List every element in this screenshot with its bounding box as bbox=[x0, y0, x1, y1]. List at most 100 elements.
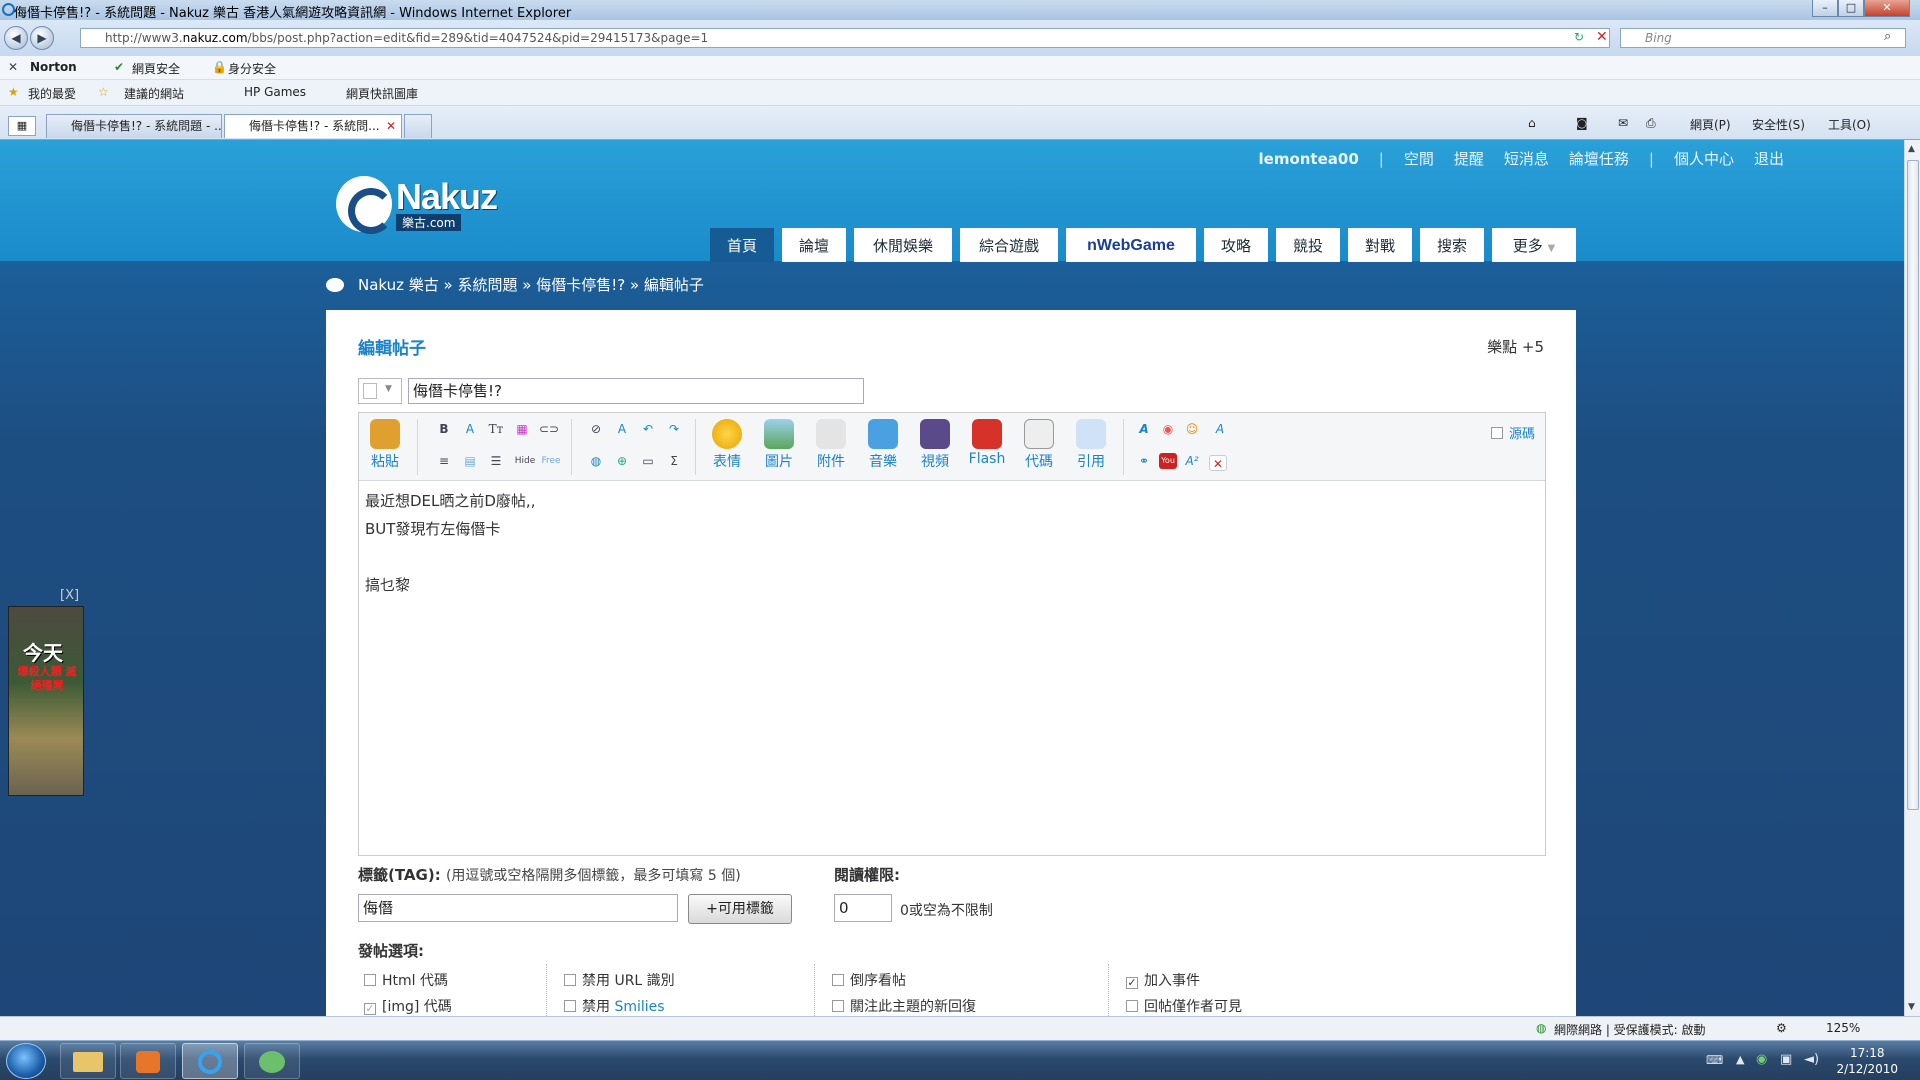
attachment-button[interactable]: 附件 bbox=[809, 419, 853, 471]
tag-input[interactable]: 侮僭 bbox=[358, 894, 678, 922]
reminder-link[interactable]: 提醒 bbox=[1454, 150, 1484, 168]
page-icon[interactable]: ▭ bbox=[639, 453, 657, 469]
user-center-link[interactable]: 個人中心 bbox=[1674, 150, 1734, 168]
nav-guides[interactable]: 攻略 bbox=[1204, 228, 1268, 262]
explorer-taskbar-icon[interactable] bbox=[60, 1043, 116, 1079]
youtube-icon[interactable]: You bbox=[1159, 453, 1177, 469]
scroll-down-icon[interactable]: ▼ bbox=[1908, 1002, 1915, 1012]
subject-input[interactable]: 侮僭卡停售!? bbox=[408, 378, 864, 404]
option-disable-smilies[interactable]: 禁用 Smilies bbox=[564, 996, 665, 1016]
font-effect-icon[interactable]: A bbox=[1211, 421, 1229, 437]
mp-icon[interactable]: ⚭ bbox=[1135, 453, 1153, 469]
source-toggle[interactable]: 源碼 bbox=[1491, 423, 1535, 442]
show-hidden-icon[interactable]: ▲ bbox=[1736, 1053, 1744, 1066]
messenger-taskbar-icon[interactable] bbox=[244, 1043, 300, 1079]
space-link[interactable]: 空間 bbox=[1404, 150, 1434, 168]
scroll-up-icon[interactable]: ▲ bbox=[1908, 144, 1915, 154]
web-safety-menu[interactable]: 網頁安全 bbox=[132, 60, 180, 77]
mail-icon[interactable]: ✉ bbox=[1618, 116, 1628, 130]
font-style-icon[interactable]: A bbox=[1135, 421, 1153, 437]
globe-icon[interactable]: ◍ bbox=[587, 453, 605, 469]
nav-more[interactable]: 更多 ▼ bbox=[1492, 228, 1576, 262]
media-icon[interactable]: ◉ bbox=[1159, 421, 1177, 437]
safety-menu[interactable]: 安全性(S) bbox=[1752, 116, 1805, 133]
network-icon[interactable]: ▣ bbox=[1780, 1052, 1792, 1067]
back-icon[interactable]: ◀ bbox=[4, 26, 28, 50]
option-follow-replies[interactable]: 關注此主題的新回復 bbox=[832, 996, 976, 1016]
ad-close-button[interactable]: [X] bbox=[60, 588, 79, 603]
logo-icon[interactable] bbox=[336, 176, 394, 234]
hp-games-link[interactable]: HP Games bbox=[244, 85, 306, 99]
music-button[interactable]: 音樂 bbox=[861, 419, 905, 471]
feeds-icon[interactable]: ◙ bbox=[1576, 116, 1588, 130]
add-favorite-icon[interactable]: ☆ bbox=[98, 85, 109, 99]
remove-format-icon[interactable]: A bbox=[613, 421, 631, 437]
vertical-scrollbar[interactable]: ▲ ▼ bbox=[1904, 140, 1920, 1016]
norton-menu[interactable]: Norton bbox=[30, 60, 77, 74]
forward-icon[interactable]: ▶ bbox=[30, 26, 54, 50]
tab-1[interactable]: 侮僭卡停售!? - 系統問題 - ... bbox=[46, 114, 222, 138]
close-toolbar-icon[interactable]: ✕ bbox=[8, 60, 18, 74]
tasks-link[interactable]: 論壇任務 bbox=[1569, 150, 1629, 168]
image-button[interactable]: 圖片 bbox=[757, 419, 801, 471]
minimize-button[interactable]: – bbox=[1812, 0, 1838, 17]
option-author-only[interactable]: 回帖僅作者可見 bbox=[1126, 996, 1242, 1016]
page-menu[interactable]: 網頁(P) bbox=[1690, 116, 1731, 133]
refresh-icon[interactable]: ↻ bbox=[1574, 30, 1584, 44]
logo-text[interactable]: Nakuz bbox=[396, 176, 498, 218]
link-icon[interactable]: ⊂⊃ bbox=[539, 421, 559, 437]
emoticon-button[interactable]: 表情 bbox=[705, 419, 749, 471]
username-link[interactable]: lemontea00 bbox=[1259, 150, 1359, 168]
color-grid-icon[interactable]: ▦ bbox=[513, 421, 531, 437]
redo-icon[interactable]: ↷ bbox=[665, 421, 683, 437]
nav-auction[interactable]: 競投 bbox=[1276, 228, 1340, 262]
search-icon[interactable]: ⌕ bbox=[1884, 29, 1891, 44]
font-size-icon[interactable]: Tт bbox=[487, 421, 505, 437]
nav-nwebgame[interactable]: nWebGame bbox=[1066, 228, 1196, 262]
nav-home[interactable]: 首頁 bbox=[710, 228, 774, 262]
nav-leisure[interactable]: 休閒娛樂 bbox=[854, 228, 952, 262]
side-advertisement[interactable]: 今天 爆殺人類 滅絕殭屍 bbox=[8, 606, 84, 796]
keyboard-icon[interactable]: ⌨ bbox=[1706, 1053, 1723, 1067]
address-bar[interactable]: http://www3.nakuz.com/bbs/post.php?actio… bbox=[80, 28, 1610, 48]
suggested-sites-link[interactable]: 建議的網站 bbox=[124, 85, 184, 102]
media-player-taskbar-icon[interactable] bbox=[120, 1043, 176, 1079]
identity-safety-menu[interactable]: 身分安全 bbox=[228, 60, 276, 77]
option-html[interactable]: Html 代碼 bbox=[364, 970, 448, 990]
scroll-thumb[interactable] bbox=[1907, 160, 1919, 810]
flash-button[interactable]: Flash bbox=[965, 419, 1009, 467]
ie-taskbar-icon[interactable] bbox=[182, 1043, 238, 1079]
system-clock[interactable]: 17:18 2/12/2010 bbox=[1836, 1045, 1898, 1077]
superscript-icon[interactable]: A² bbox=[1183, 453, 1201, 469]
option-add-event[interactable]: ✓ 加入事件 bbox=[1126, 970, 1200, 990]
undo-icon[interactable]: ↶ bbox=[639, 421, 657, 437]
tools-menu[interactable]: 工具(O) bbox=[1828, 116, 1871, 133]
option-disable-url[interactable]: 禁用 URL 識別 bbox=[564, 970, 675, 990]
stop-icon[interactable]: ✕ bbox=[1596, 29, 1608, 45]
align-icon[interactable]: ≡ bbox=[435, 453, 453, 469]
source-checkbox[interactable] bbox=[1491, 427, 1503, 439]
search-input[interactable]: Bing bbox=[1620, 28, 1906, 48]
print-icon[interactable]: ⎙ bbox=[1646, 116, 1656, 131]
logout-link[interactable]: 退出 bbox=[1754, 150, 1784, 168]
maximize-button[interactable]: □ bbox=[1838, 0, 1864, 17]
favorites-button[interactable]: 我的最愛 bbox=[28, 85, 76, 102]
clear-icon[interactable]: ✕ bbox=[1209, 455, 1227, 471]
nav-search[interactable]: 搜索 bbox=[1420, 228, 1484, 262]
list-icon[interactable]: ☰ bbox=[487, 453, 505, 469]
unlink-icon[interactable]: ⊘ bbox=[587, 421, 605, 437]
add-icon[interactable]: ⊕ bbox=[613, 453, 631, 469]
video-button[interactable]: 視頻 bbox=[913, 419, 957, 471]
face-icon[interactable]: ☺ bbox=[1183, 421, 1201, 437]
bold-icon[interactable]: B bbox=[435, 421, 453, 437]
messages-link[interactable]: 短消息 bbox=[1504, 150, 1549, 168]
option-reverse-order[interactable]: 倒序看帖 bbox=[832, 970, 906, 990]
hide-button[interactable]: Hide bbox=[513, 453, 537, 469]
free-button[interactable]: Free bbox=[539, 453, 563, 469]
code-button[interactable]: 代碼 bbox=[1017, 419, 1061, 471]
sum-icon[interactable]: Σ bbox=[665, 453, 683, 469]
start-button[interactable] bbox=[6, 1043, 46, 1079]
nav-forum[interactable]: 論壇 bbox=[782, 228, 846, 262]
nav-games[interactable]: 綜合遊戲 bbox=[960, 228, 1058, 262]
available-tags-button[interactable]: +可用標籤 bbox=[688, 894, 792, 924]
